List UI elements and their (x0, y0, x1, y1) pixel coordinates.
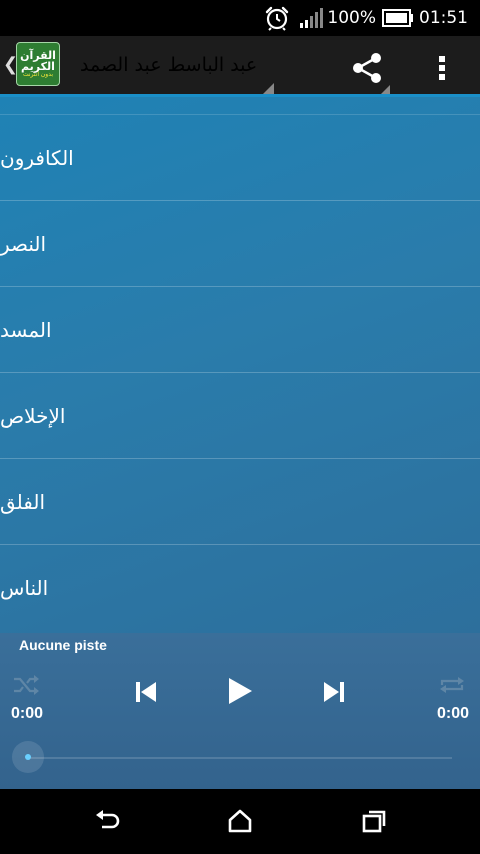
elapsed-time: 0:00 (11, 705, 44, 722)
surah-list[interactable]: الكافرون النصر المسد الإخلاص الفلق الناس (0, 97, 480, 633)
list-item[interactable]: الإخلاص (0, 373, 480, 459)
shuffle-icon (14, 675, 39, 695)
list-item-label: الإخلاص (0, 403, 66, 428)
home-icon (228, 809, 252, 833)
list-item[interactable]: المسد (0, 287, 480, 373)
status-time: 01:51 (419, 8, 468, 28)
alarm-icon (264, 0, 290, 36)
total-duration: 0:00 (436, 705, 469, 722)
recents-icon (362, 810, 386, 833)
seek-bar-track[interactable] (28, 757, 452, 759)
app-logo-line3: بدون انترنت (22, 71, 54, 78)
previous-button[interactable] (134, 679, 158, 709)
back-icon (96, 810, 120, 829)
overflow-menu-icon (439, 56, 445, 80)
next-button[interactable] (322, 679, 346, 709)
list-item[interactable]: الفلق (0, 459, 480, 545)
battery-percent: 100% (327, 8, 376, 28)
list-item[interactable]: النصر (0, 201, 480, 287)
repeat-icon (440, 677, 464, 693)
signal-icon (300, 0, 326, 36)
repeat-button[interactable] (438, 673, 466, 701)
home-button[interactable] (227, 809, 253, 837)
list-item-label: الكافرون (0, 145, 74, 170)
reciter-spinner[interactable]: عبد الباسط عبد الصمد (80, 36, 257, 94)
battery-icon (382, 0, 414, 36)
list-item-label: المسد (0, 317, 52, 342)
list-item-label: النصر (0, 231, 47, 256)
track-title: Aucune piste (19, 637, 107, 653)
app-logo[interactable]: القرآن الكريم بدون انترنت (16, 42, 60, 86)
shuffle-button[interactable] (12, 673, 40, 701)
play-icon (229, 678, 252, 704)
navigation-bar (0, 789, 480, 854)
skip-next-icon (324, 682, 344, 702)
list-item[interactable]: الناس (0, 545, 480, 631)
status-bar: 100% 01:51 (0, 0, 480, 36)
list-item[interactable]: الكافرون (0, 115, 480, 201)
audio-player: Aucune piste 0:00 0:00 (0, 633, 480, 789)
overflow-menu-button[interactable] (430, 48, 454, 88)
skip-previous-icon (136, 682, 156, 702)
list-item-label: الناس (0, 576, 49, 600)
list-item-label: الفلق (0, 489, 46, 514)
recents-button[interactable] (361, 809, 387, 837)
seek-bar-thumb[interactable] (12, 741, 44, 773)
back-button[interactable] (94, 809, 120, 837)
play-button[interactable] (226, 675, 254, 711)
